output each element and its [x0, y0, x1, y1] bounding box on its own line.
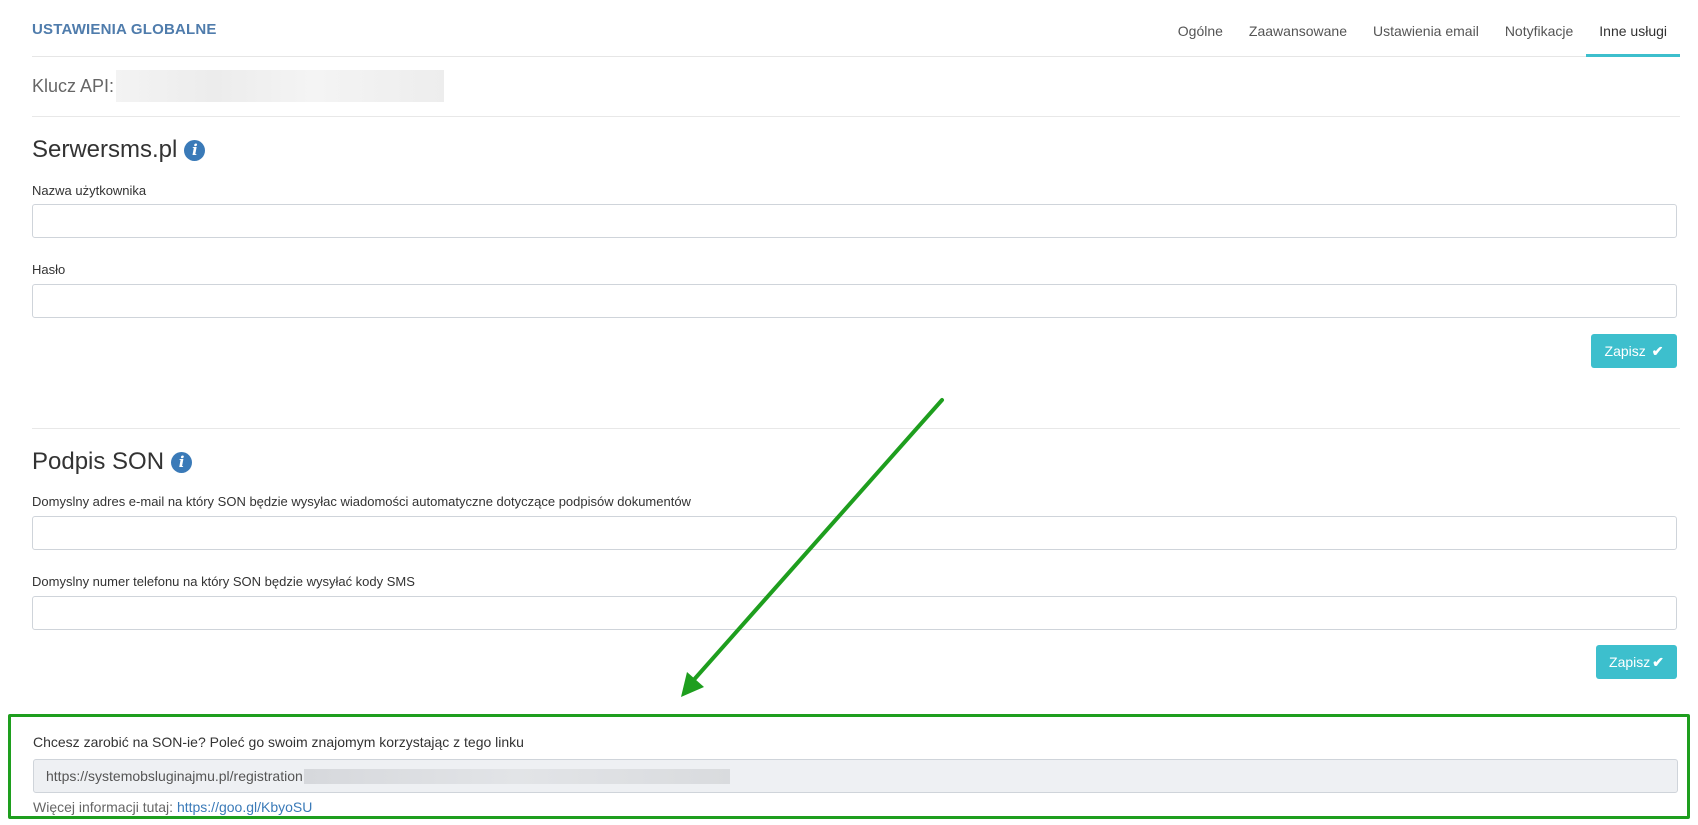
settings-tabs: Ogólne Zaawansowane Ustawienia email Not… — [1165, 0, 1680, 57]
api-key-row: Klucz API: — [32, 70, 445, 102]
son-section-title: Podpis SON i — [32, 448, 193, 476]
referral-link-redacted — [303, 768, 730, 784]
more-info: Więcej informacji tutaj: https://goo.gl/… — [33, 799, 312, 815]
tab-ogolne[interactable]: Ogólne — [1165, 0, 1236, 57]
divider — [32, 428, 1680, 429]
tab-ustawienia-email[interactable]: Ustawienia email — [1360, 0, 1492, 57]
info-icon[interactable]: i — [171, 451, 193, 473]
divider — [32, 116, 1680, 117]
serwersms-title-text: Serwersms.pl — [32, 136, 178, 163]
son-title-text: Podpis SON — [32, 448, 165, 475]
page-title: USTAWIENIA GLOBALNE — [32, 21, 217, 38]
password-input[interactable] — [32, 284, 1677, 318]
check-icon: ✔ — [1652, 653, 1664, 670]
tab-notyfikacje[interactable]: Notyfikacje — [1492, 0, 1586, 57]
check-icon: ✔ — [1651, 342, 1664, 359]
serwersms-save-button[interactable]: Zapisz ✔ — [1591, 334, 1677, 368]
referral-box: Chcesz zarobić na SON-ie? Poleć go swoim… — [8, 714, 1690, 819]
son-save-button[interactable]: Zapisz ✔ — [1596, 645, 1677, 679]
son-email-input[interactable] — [32, 516, 1677, 550]
son-email-label: Domyslny adres e-mail na który SON będzi… — [32, 494, 691, 509]
annotation-arrow — [681, 398, 944, 697]
api-key-value-redacted — [116, 70, 445, 102]
save-button-label: Zapisz — [1604, 343, 1646, 359]
save-button-label: Zapisz — [1609, 654, 1651, 670]
son-phone-label: Domyslny numer telefonu na który SON będ… — [32, 574, 415, 589]
more-info-link[interactable]: https://goo.gl/KbyoSU — [177, 799, 312, 815]
info-icon[interactable]: i — [184, 139, 206, 161]
more-info-label: Więcej informacji tutaj: — [33, 799, 174, 815]
referral-text: Chcesz zarobić na SON-ie? Poleć go swoim… — [33, 734, 524, 750]
serwersms-section-title: Serwersms.pl i — [32, 136, 206, 164]
tab-inne-uslugi[interactable]: Inne usługi — [1586, 0, 1680, 57]
api-key-label: Klucz API: — [32, 75, 115, 96]
username-input[interactable] — [32, 204, 1677, 238]
page-header: USTAWIENIA GLOBALNE Ogólne Zaawansowane … — [32, 0, 1680, 57]
tab-zaawansowane[interactable]: Zaawansowane — [1236, 0, 1360, 57]
password-label: Hasło — [32, 262, 66, 277]
referral-link-value: https://systemobsluginajmu.pl/registrati… — [46, 768, 303, 784]
username-label: Nazwa użytkownika — [32, 183, 147, 198]
referral-link-field[interactable]: https://systemobsluginajmu.pl/registrati… — [33, 759, 1678, 793]
son-phone-input[interactable] — [32, 596, 1677, 630]
